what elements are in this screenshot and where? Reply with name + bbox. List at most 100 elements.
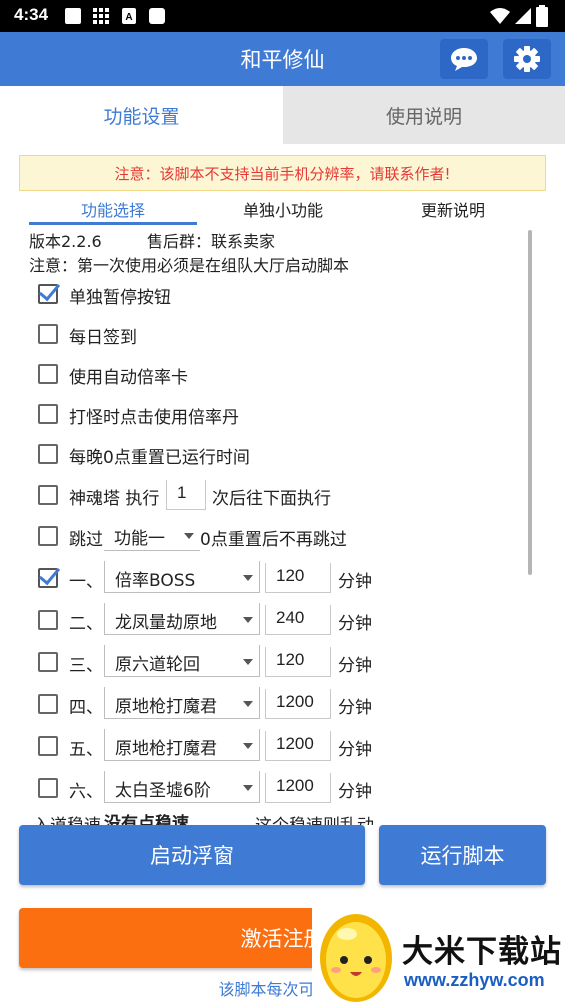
task-unit: 分钟	[338, 614, 372, 634]
task-index: 五、	[69, 740, 103, 760]
svg-text:A: A	[125, 12, 132, 23]
tab-function-settings[interactable]: 功能设置	[0, 86, 283, 144]
skip-function-select[interactable]: 功能一	[104, 519, 200, 551]
subtab-function-select[interactable]: 功能选择	[29, 197, 197, 223]
tab-usage-instructions[interactable]: 使用说明	[283, 86, 565, 144]
app-bar: 和平修仙	[0, 32, 565, 86]
task-minutes-input[interactable]: 240	[265, 605, 331, 635]
skip-prefix: 跳过	[69, 530, 103, 550]
option-auto-multiplier-card[interactable]: 使用自动倍率卡	[0, 355, 565, 393]
keyboard-a-icon: A	[122, 8, 136, 24]
option-label: 单独暂停按钮	[69, 288, 171, 308]
checkbox-task-4[interactable]	[38, 694, 58, 714]
checkbox-task-6[interactable]	[38, 778, 58, 798]
task-minutes-input[interactable]: 1200	[265, 689, 331, 719]
task-row[interactable]: 一、 倍率BOSS 120 分钟	[0, 559, 565, 597]
checkbox-skip[interactable]	[38, 526, 58, 546]
option-pause-button[interactable]: 单独暂停按钮	[0, 275, 565, 313]
support-group-text: 售后群：联系卖家	[147, 232, 276, 251]
task-selected-value: 原六道轮回	[115, 655, 200, 675]
chevron-down-icon	[243, 701, 253, 707]
task-minutes-input[interactable]: 1200	[265, 773, 331, 803]
task-row[interactable]: 五、 原地枪打魔君 1200 分钟	[0, 727, 565, 765]
task-row[interactable]: 二、 龙凤量劫原地 240 分钟	[0, 601, 565, 639]
task-selected-value: 原地枪打魔君	[115, 697, 217, 717]
task-index: 四、	[69, 698, 103, 718]
checkbox-daily-signin[interactable]	[38, 324, 58, 344]
option-daily-signin[interactable]: 每日签到	[0, 315, 565, 353]
skip-suffix: 0点重置后不再跳过	[200, 530, 347, 550]
notification-square-icon	[65, 8, 81, 24]
checkbox-midnight-reset[interactable]	[38, 444, 58, 464]
function-list[interactable]: 版本2.2.6 售后群：联系卖家 注意：第一次使用必须是在组队大厅启动脚本 单独…	[0, 225, 565, 825]
checkbox-task-2[interactable]	[38, 610, 58, 630]
skip-selected-value: 功能一	[114, 529, 165, 549]
partial-row: 入道稳速 没有点稳速 这个稳速则乱动	[0, 813, 565, 825]
checkbox-task-1[interactable]	[38, 568, 58, 588]
option-multiplier-pill[interactable]: 打怪时点击使用倍率丹	[0, 395, 565, 433]
watermark-text: 大米下载站	[402, 934, 562, 970]
gear-icon	[514, 46, 540, 72]
settings-button[interactable]	[503, 39, 551, 79]
task-select[interactable]: 龙凤量劫原地	[104, 603, 260, 635]
task-index: 一、	[69, 572, 103, 592]
start-float-window-button[interactable]: 启动浮窗	[19, 825, 365, 885]
tower-count-input[interactable]: 1	[166, 480, 206, 510]
task-unit: 分钟	[338, 782, 372, 802]
task-selected-value: 倍率BOSS	[115, 571, 196, 591]
sub-tabs: 功能选择 单独小功能 更新说明	[19, 197, 546, 225]
chevron-down-icon	[243, 575, 253, 581]
task-minutes-input[interactable]: 120	[265, 647, 331, 677]
option-tower[interactable]: 神魂塔 执行 1 次后往下面执行	[0, 476, 565, 514]
partial-prefix: 入道稳速	[33, 813, 101, 825]
usage-warning-text: 注意：第一次使用必须是在组队大厅启动脚本	[29, 256, 350, 275]
checkbox-task-5[interactable]	[38, 736, 58, 756]
subtab-single-functions[interactable]: 单独小功能	[199, 197, 367, 223]
chevron-down-icon	[243, 785, 253, 791]
main-tabs: 功能设置 使用说明	[0, 86, 565, 144]
chevron-down-icon	[243, 743, 253, 749]
chevron-down-icon	[243, 617, 253, 623]
task-select[interactable]: 原六道轮回	[104, 645, 260, 677]
partial-selected[interactable]: 没有点稳速	[104, 813, 189, 825]
checkbox-multiplier-pill[interactable]	[38, 404, 58, 424]
status-time: 4:34	[14, 5, 49, 24]
task-select[interactable]: 太白圣墟6阶	[104, 771, 260, 803]
chat-bubble-icon	[451, 48, 477, 71]
grid-icon	[93, 8, 109, 24]
chevron-down-icon	[184, 533, 194, 539]
option-skip[interactable]: 跳过 功能一 0点重置后不再跳过	[0, 517, 565, 555]
tower-prefix: 神魂塔 执行	[69, 489, 160, 509]
task-index: 六、	[69, 782, 103, 802]
option-label: 打怪时点击使用倍率丹	[69, 408, 239, 428]
partial-suffix: 这个稳速则乱动	[255, 813, 374, 825]
egg-mascot-icon	[320, 914, 392, 1002]
task-select[interactable]: 原地枪打魔君	[104, 729, 260, 761]
task-minutes-input[interactable]: 1200	[265, 731, 331, 761]
signal-icon	[515, 8, 531, 24]
wifi-icon	[490, 8, 510, 24]
notification-square-icon	[149, 8, 165, 24]
checkbox-auto-multiplier-card[interactable]	[38, 364, 58, 384]
option-midnight-reset[interactable]: 每晚0点重置已运行时间	[0, 435, 565, 473]
chat-button[interactable]	[440, 39, 488, 79]
task-row[interactable]: 六、 太白圣墟6阶 1200 分钟	[0, 769, 565, 807]
task-unit: 分钟	[338, 656, 372, 676]
task-selected-value: 太白圣墟6阶	[115, 781, 211, 801]
watermark: 大米下载站 www.zzhyw.com	[312, 904, 565, 1004]
subtab-update-notes[interactable]: 更新说明	[369, 197, 537, 223]
task-row[interactable]: 三、 原六道轮回 120 分钟	[0, 643, 565, 681]
watermark-url: www.zzhyw.com	[404, 970, 545, 990]
task-select[interactable]: 原地枪打魔君	[104, 687, 260, 719]
checkbox-task-3[interactable]	[38, 652, 58, 672]
task-row[interactable]: 四、 原地枪打魔君 1200 分钟	[0, 685, 565, 723]
task-select[interactable]: 倍率BOSS	[104, 561, 260, 593]
tower-suffix: 次后往下面执行	[212, 489, 331, 509]
version-text: 版本2.2.6	[29, 232, 102, 251]
task-minutes-input[interactable]: 120	[265, 563, 331, 593]
run-script-button[interactable]: 运行脚本	[379, 825, 546, 885]
task-unit: 分钟	[338, 698, 372, 718]
checkbox-pause-button[interactable]	[38, 284, 58, 304]
task-selected-value: 龙凤量劫原地	[115, 613, 217, 633]
checkbox-tower[interactable]	[38, 485, 58, 505]
